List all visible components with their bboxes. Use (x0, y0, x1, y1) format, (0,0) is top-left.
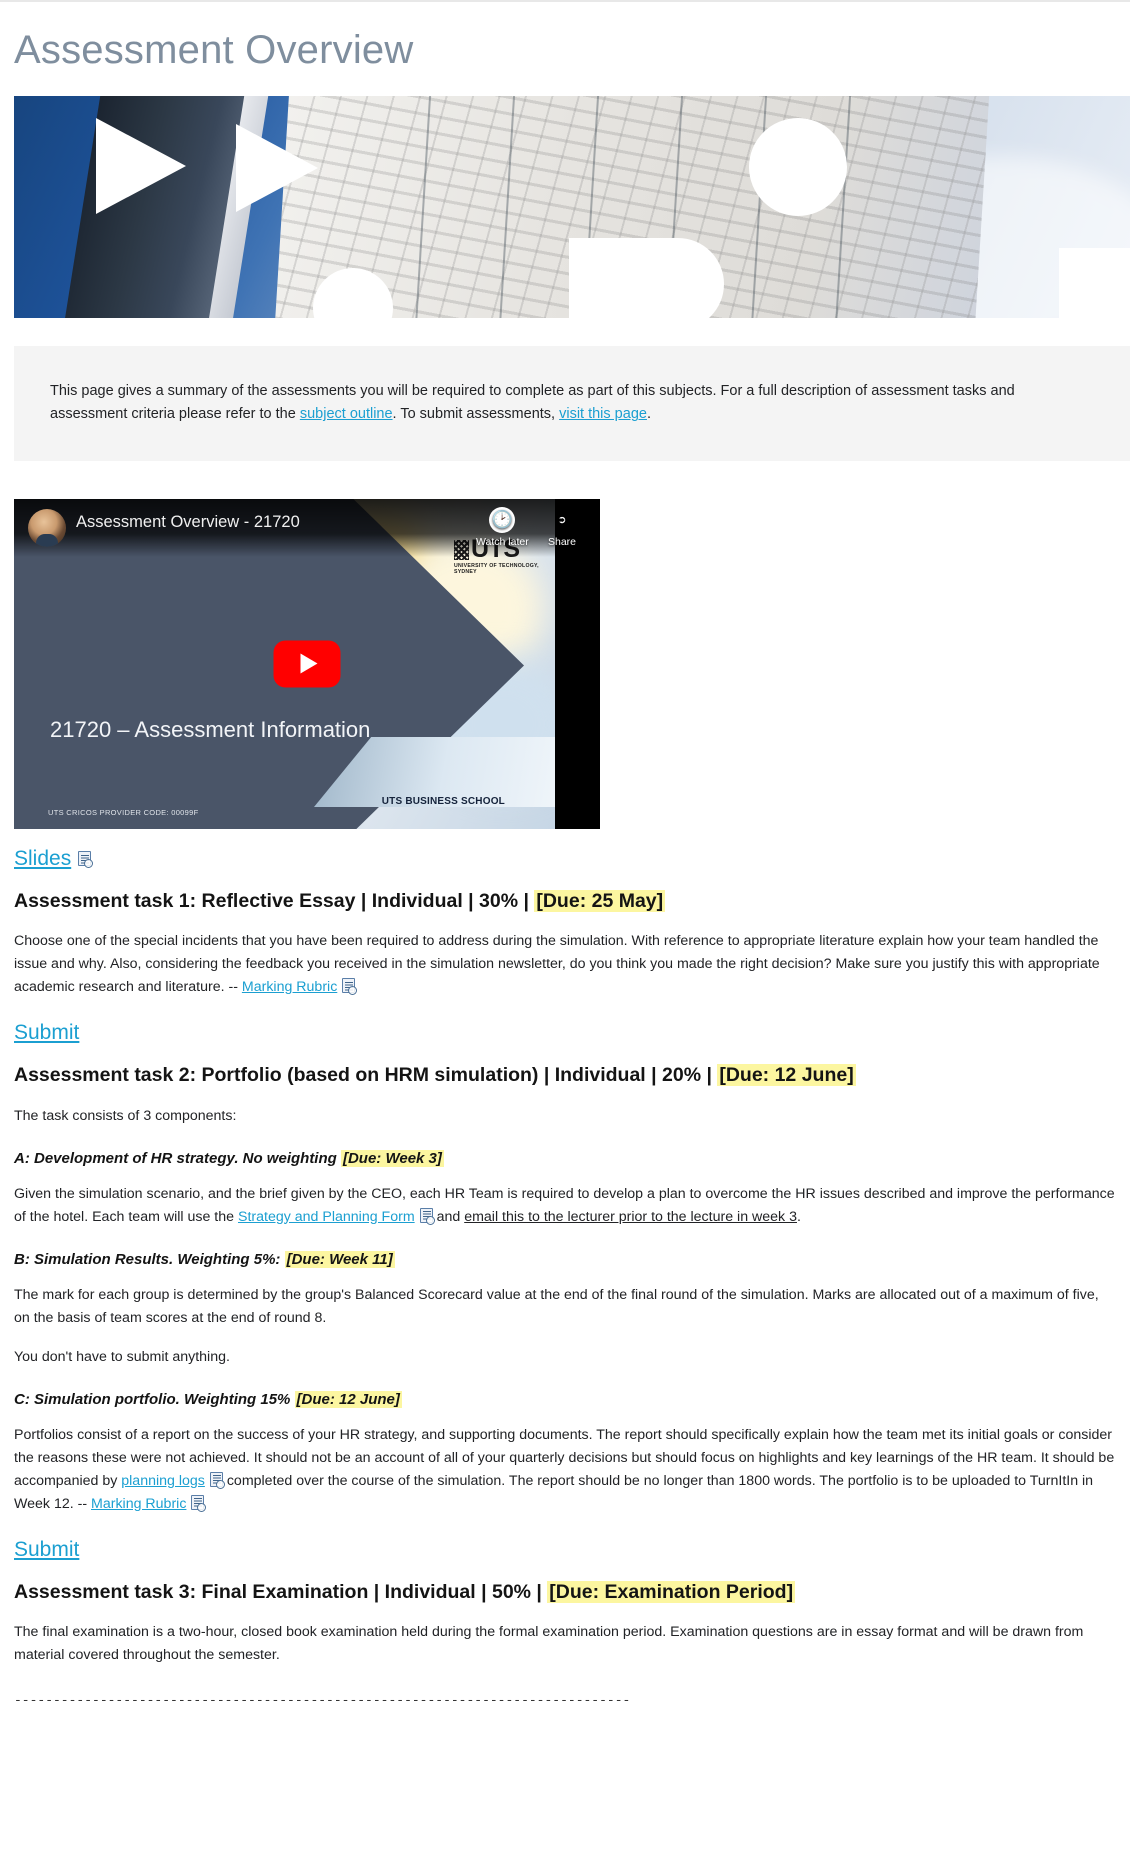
document-icon (209, 1471, 225, 1489)
slides-link[interactable]: Slides (14, 847, 71, 871)
banner-overlay-rect (1059, 248, 1130, 318)
task-3-description: The final examination is a two-hour, clo… (14, 1624, 1084, 1663)
video-title[interactable]: Assessment Overview - 21720 (76, 513, 300, 532)
document-icon (342, 978, 358, 996)
task-2b-due-badge: [Due: Week 11] (284, 1250, 395, 1268)
assessment-content: Slides Assessment task 1: Reflective Ess… (14, 847, 1118, 1728)
task-1-description: Choose one of the special incidents that… (14, 930, 1118, 999)
share-arrow-icon: ➲ (557, 513, 567, 526)
banner-image (14, 96, 1130, 318)
task-2-intro: The task consists of 3 components: (14, 1107, 237, 1124)
document-icon (78, 851, 94, 869)
task-3-heading: Assessment task 3: Final Examination | I… (14, 1580, 1118, 1605)
task-3-due-badge: [Due: Examination Period] (547, 1580, 796, 1603)
slides-row: Slides (14, 847, 1118, 871)
task-1-heading: Assessment task 1: Reflective Essay | In… (14, 889, 1118, 914)
task-1-submit-link[interactable]: Submit (14, 1021, 79, 1045)
strategy-and-planning-form-link[interactable]: Strategy and Planning Form (238, 1209, 415, 1225)
subject-outline-link[interactable]: subject outline (300, 406, 393, 422)
assessment-overview-page: Assessment Overview This page gives a su… (0, 0, 1130, 1728)
intro-panel: This page gives a summary of the assessm… (14, 346, 1130, 461)
visit-this-page-link[interactable]: visit this page (559, 406, 647, 422)
banner-overlay-pill (569, 238, 724, 318)
task-2a-heading-main: A: Development of HR strategy. No weight… (14, 1149, 341, 1167)
task-2-submit-link[interactable]: Submit (14, 1538, 79, 1562)
task-1-heading-main: Assessment task 1: Reflective Essay | In… (14, 889, 535, 912)
document-icon (191, 1494, 207, 1512)
task-2a-body-b: and (432, 1208, 465, 1225)
task-2c-due-badge: [Due: 12 June] (294, 1390, 402, 1408)
task-1-body: Choose one of the special incidents that… (14, 933, 1100, 996)
banner-overlay-triangle (96, 118, 186, 214)
task-2b-description: The mark for each group is determined by… (14, 1286, 1099, 1326)
channel-avatar[interactable] (28, 508, 66, 547)
task-3-heading-main: Assessment task 3: Final Examination | I… (14, 1580, 548, 1603)
share-button[interactable]: ➲ Share (548, 507, 576, 548)
task-2a-description: Given the simulation scenario, and the b… (14, 1183, 1118, 1229)
task-2c-marking-rubric-link[interactable]: Marking Rubric (91, 1496, 186, 1512)
intro-text-part3: . (646, 406, 651, 423)
share-label: Share (548, 535, 577, 548)
task-2-due-badge: [Due: 12 June] (717, 1064, 856, 1087)
uts-business-school-label: UTS BUSINESS SCHOOL (381, 795, 505, 807)
page-title: Assessment Overview (14, 28, 414, 72)
task-2a-heading: A: Development of HR strategy. No weight… (14, 1149, 1118, 1167)
intro-paragraph: This page gives a summary of the assessm… (50, 380, 1088, 427)
task-2-heading: Assessment task 2: Portfolio (based on H… (14, 1063, 1118, 1088)
task-2a-body-c: . (796, 1208, 801, 1225)
banner-overlay-circle (749, 118, 847, 216)
document-icon (419, 1207, 435, 1225)
youtube-video-player[interactable]: UTS UNIVERSITY OF TECHNOLOGY, SYDNEY 217… (14, 498, 600, 829)
task-2a-due-badge: [Due: Week 3] (340, 1149, 444, 1167)
banner-overlay-triangle (236, 124, 318, 212)
planning-logs-link[interactable]: planning logs (121, 1473, 205, 1489)
watch-later-button[interactable]: 🕑 Watch later (476, 506, 529, 548)
task-2c-heading: C: Simulation portfolio. Weighting 15% [… (14, 1390, 1118, 1408)
task-2-heading-main: Assessment task 2: Portfolio (based on H… (14, 1064, 718, 1087)
task-2b-note: You don't have to submit anything. (14, 1348, 230, 1365)
section-divider: ----------------------------------------… (14, 1693, 631, 1708)
task-1-marking-rubric-link[interactable]: Marking Rubric (242, 979, 337, 995)
task-1-due-badge: [Due: 25 May] (534, 889, 666, 912)
watch-later-label: Watch later (476, 535, 529, 548)
uts-logo-subtitle: UNIVERSITY OF TECHNOLOGY, SYDNEY (454, 562, 539, 575)
task-2b-heading-main: B: Simulation Results. Weighting 5%: (14, 1250, 285, 1268)
cricos-code: UTS CRICOS PROVIDER CODE: 00099F (48, 807, 199, 817)
task-2c-description: Portfolios consist of a report on the su… (14, 1424, 1118, 1516)
intro-text-part2: . To submit assessments, (392, 406, 560, 423)
email-lecturer-text[interactable]: email this to the lecturer prior to the … (464, 1209, 797, 1225)
clock-icon: 🕑 (489, 506, 516, 533)
task-2c-heading-main: C: Simulation portfolio. Weighting 15% (14, 1390, 295, 1408)
slide-title: 21720 – Assessment Information (50, 716, 371, 742)
task-2b-heading: B: Simulation Results. Weighting 5%: [Du… (14, 1250, 1118, 1268)
top-divider (0, 0, 1130, 2)
youtube-play-button[interactable] (273, 640, 341, 688)
